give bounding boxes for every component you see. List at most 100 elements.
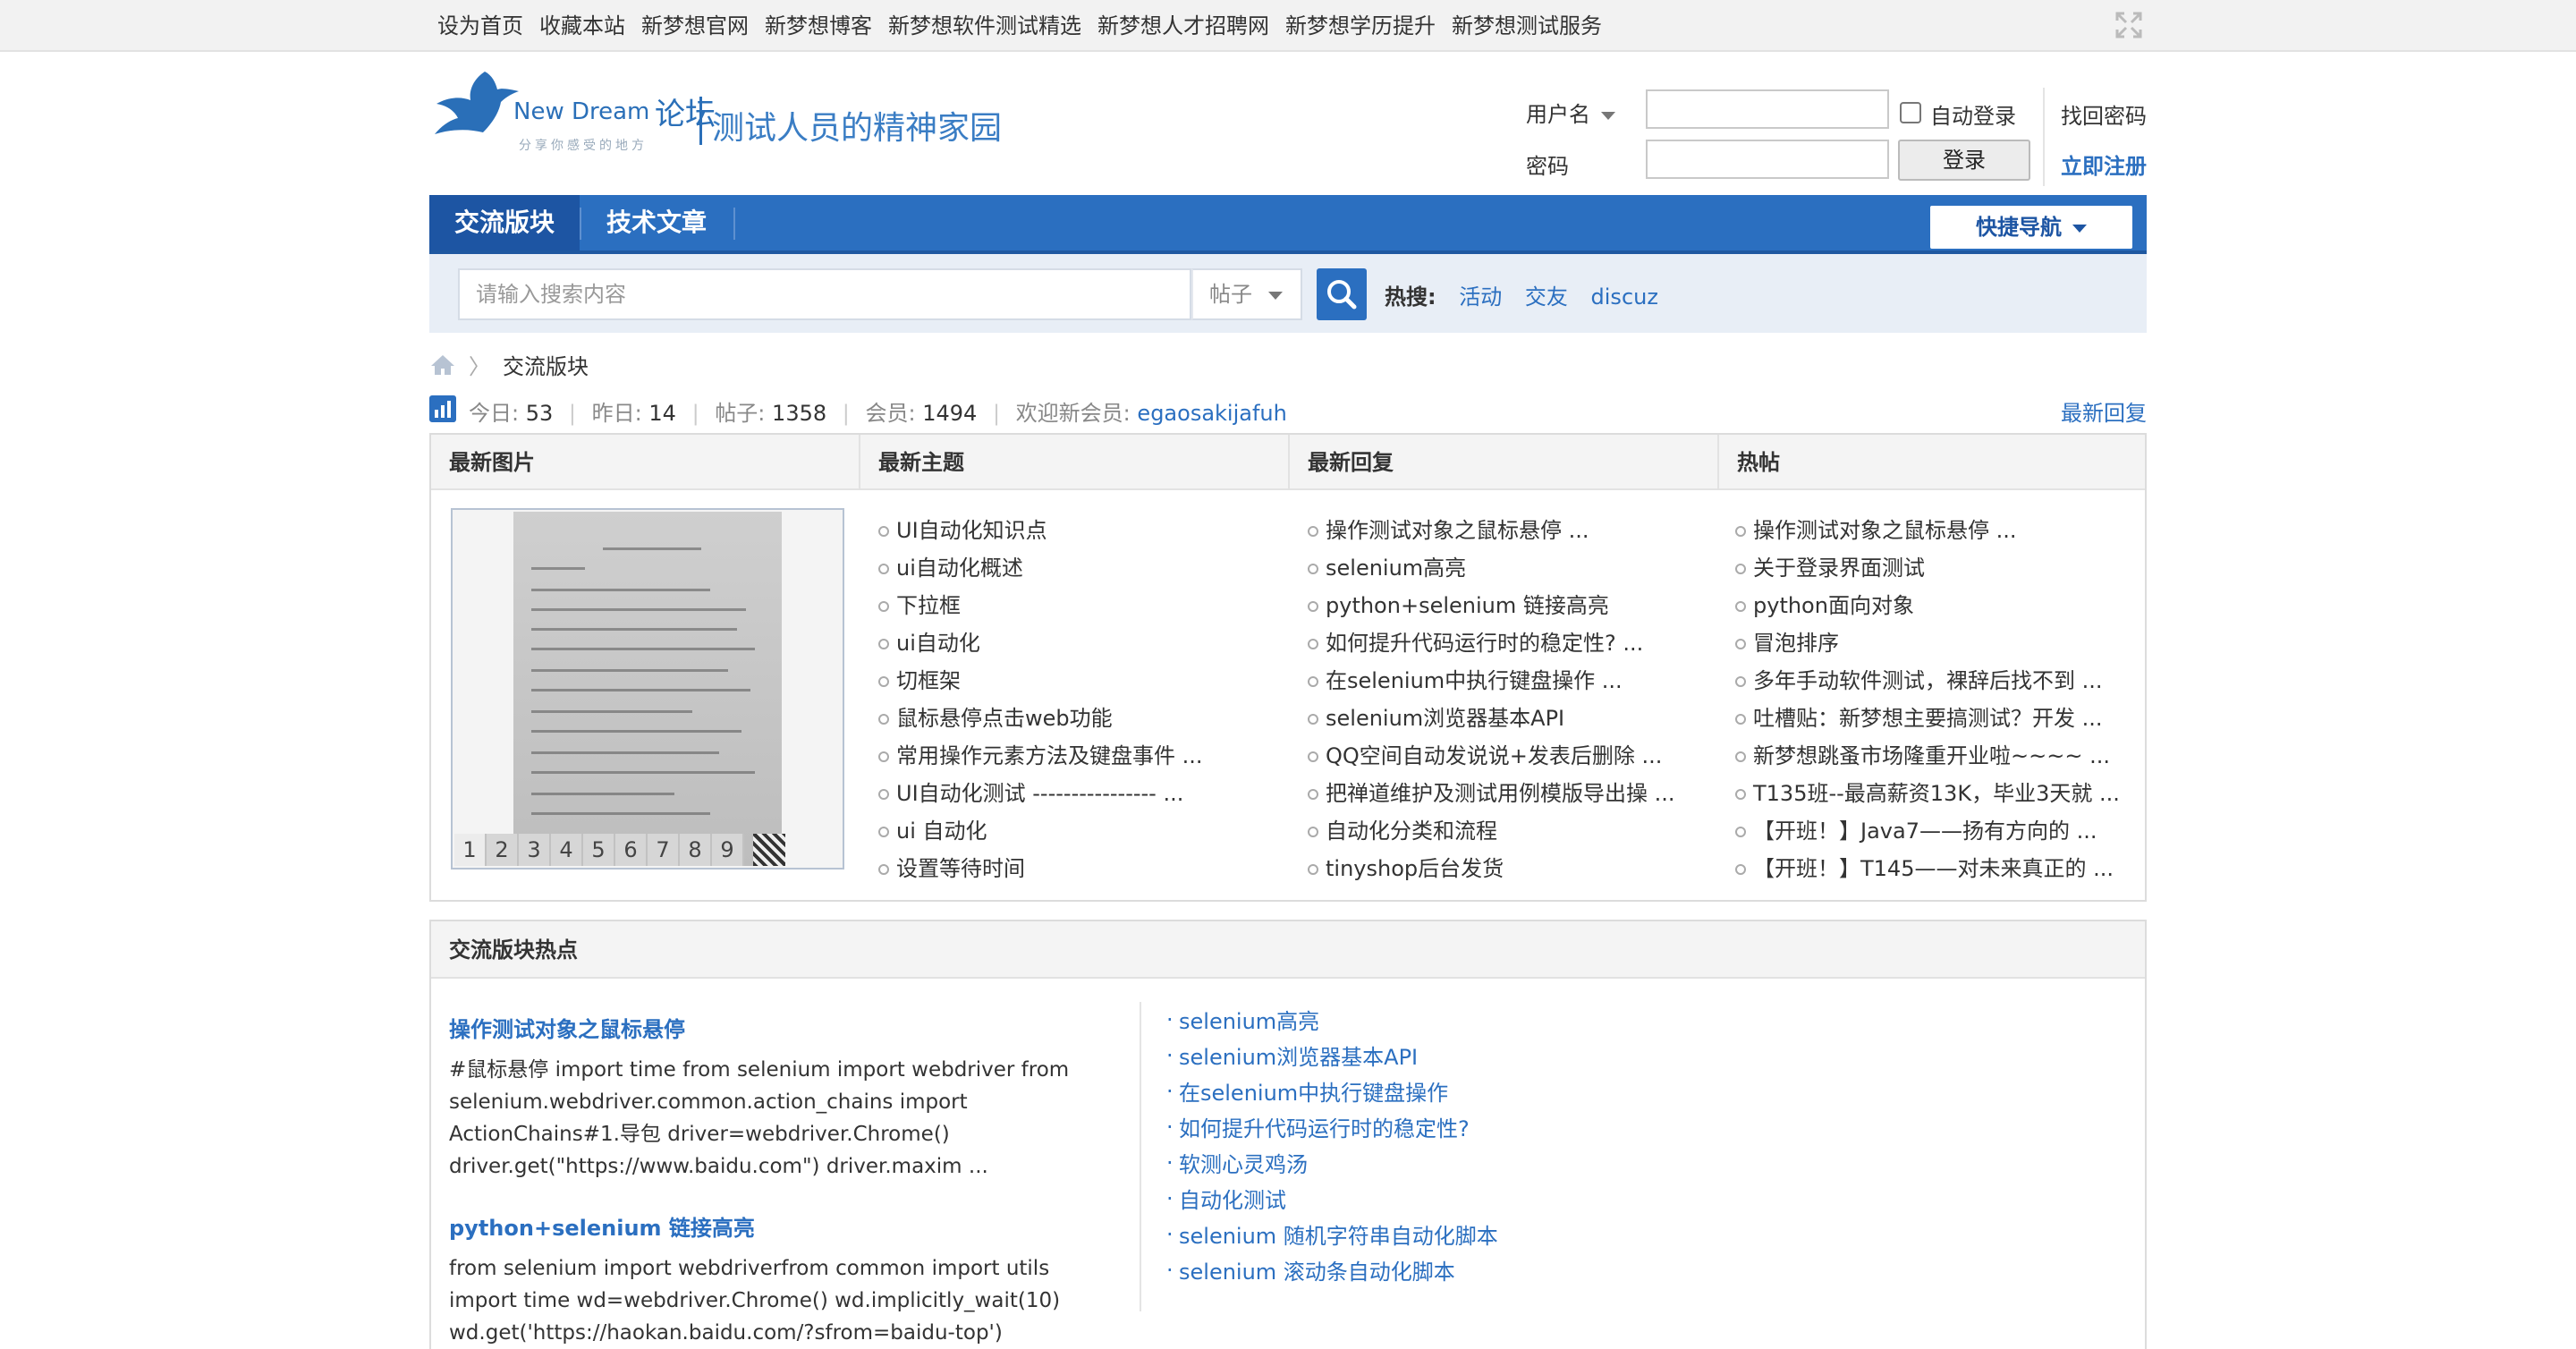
- slide-image[interactable]: [513, 512, 782, 866]
- forgot-password-link[interactable]: 找回密码: [2061, 98, 2147, 130]
- hot-link[interactable]: 软测心灵鸡汤: [1166, 1145, 1498, 1183]
- tab-forum[interactable]: 交流版块: [429, 195, 580, 250]
- article-title-link[interactable]: python+selenium 链接高亮: [449, 1213, 1111, 1243]
- topic-link[interactable]: 常用操作元素方法及键盘事件 ...: [878, 737, 1203, 775]
- hot-link[interactable]: 如何提升代码运行时的稳定性?: [1166, 1109, 1498, 1147]
- slide-page-button[interactable]: 3: [519, 834, 551, 866]
- slide-page-button[interactable]: 2: [487, 834, 519, 866]
- reply-link[interactable]: 操作测试对象之鼠标悬停 ...: [1308, 512, 1675, 549]
- image-slideshow[interactable]: 1 2 3 4 5 6 7 8 9: [451, 508, 844, 870]
- topic-link[interactable]: 下拉框: [878, 587, 1203, 624]
- hot-term-link[interactable]: 交友: [1525, 284, 1568, 310]
- hot-post-link[interactable]: 关于登录界面测试: [1735, 549, 2120, 587]
- reply-link[interactable]: selenium高亮: [1308, 549, 1675, 587]
- top-link-official-site[interactable]: 新梦想官网: [641, 13, 749, 39]
- breadcrumb-current[interactable]: 交流版块: [503, 349, 589, 380]
- hot-term-link[interactable]: discuz: [1591, 284, 1658, 310]
- username-type-select[interactable]: 用户名: [1526, 97, 1615, 128]
- username-input[interactable]: [1646, 89, 1889, 129]
- slide-page-button[interactable]: 6: [615, 834, 648, 866]
- hot-search: 热搜: 活动 交友 discuz: [1385, 279, 1658, 310]
- hot-post-link[interactable]: 【开班！】T145——对未来真正的 ...: [1735, 850, 2120, 887]
- hot-post-link[interactable]: 操作测试对象之鼠标悬停 ...: [1735, 512, 2120, 549]
- reply-link[interactable]: 在selenium中执行键盘操作 ...: [1308, 662, 1675, 700]
- hot-link[interactable]: selenium 滚动条自动化脚本: [1166, 1252, 1498, 1290]
- topic-link[interactable]: ui 自动化: [878, 812, 1203, 850]
- auto-login-label: 自动登录: [1930, 104, 2016, 129]
- brand-en: New Dream: [513, 98, 650, 125]
- slide-page-button[interactable]: 4: [551, 834, 583, 866]
- topic-link[interactable]: 鼠标悬停点击web功能: [878, 700, 1203, 737]
- search-input[interactable]: 请输入搜索内容: [458, 268, 1191, 320]
- hot-post-link[interactable]: 新梦想跳蚤市场隆重开业啦~~~~ ...: [1735, 737, 2120, 775]
- new-member-link[interactable]: egaosakijafuh: [1137, 401, 1286, 426]
- hot-post-link[interactable]: T135班--最高薪资13K，毕业3天就 ...: [1735, 775, 2120, 812]
- topic-link[interactable]: ui自动化: [878, 624, 1203, 662]
- hot-links-list: selenium高亮 selenium浏览器基本API 在selenium中执行…: [1166, 1002, 1498, 1290]
- latest-topics-header: 最新主题: [860, 435, 1290, 490]
- stat-posts-label: 帖子:: [715, 401, 766, 426]
- breadcrumb: 〉 交流版块: [429, 349, 589, 380]
- hot-post-link[interactable]: 多年手动软件测试，裸辞后找不到 ...: [1735, 662, 2120, 700]
- top-link-blog[interactable]: 新梦想博客: [765, 13, 872, 39]
- featured-article: 操作测试对象之鼠标悬停 #鼠标悬停 import time from selen…: [449, 1014, 1111, 1183]
- search-button[interactable]: [1317, 268, 1367, 320]
- slide-page-button[interactable]: 1: [454, 834, 487, 866]
- site-slogan: 测试人员的精神家园: [712, 110, 1003, 147]
- reply-link[interactable]: 如何提升代码运行时的稳定性? ...: [1308, 624, 1675, 662]
- slide-page-button[interactable]: 8: [680, 834, 712, 866]
- reply-link[interactable]: tinyshop后台发货: [1308, 850, 1675, 887]
- hot-term-link[interactable]: 活动: [1459, 284, 1502, 310]
- hot-post-link[interactable]: 【开班！】Java7——扬有方向的 ...: [1735, 812, 2120, 850]
- hot-link[interactable]: selenium 随机字符串自动化脚本: [1166, 1217, 1498, 1254]
- hot-post-link[interactable]: 吐槽贴：新梦想主要搞测试？开发 ...: [1735, 700, 2120, 737]
- stat-separator: |: [691, 401, 699, 426]
- reply-link[interactable]: 自动化分类和流程: [1308, 812, 1675, 850]
- login-button[interactable]: 登录: [1898, 140, 2030, 181]
- stat-members-label: 会员:: [865, 401, 916, 426]
- password-label: 密码: [1526, 154, 1569, 179]
- hot-link[interactable]: 自动化测试: [1166, 1181, 1498, 1218]
- article-title-link[interactable]: 操作测试对象之鼠标悬停: [449, 1014, 1111, 1045]
- home-icon[interactable]: [429, 353, 456, 377]
- quick-nav-button[interactable]: 快捷导航: [1930, 206, 2132, 249]
- topic-link[interactable]: 设置等待时间: [878, 850, 1203, 887]
- hot-link[interactable]: selenium浏览器基本API: [1166, 1038, 1498, 1075]
- latest-replies-header: 最新回复: [1290, 435, 1719, 490]
- topic-link[interactable]: ui自动化概述: [878, 549, 1203, 587]
- topic-link[interactable]: UI自动化知识点: [878, 512, 1203, 549]
- hot-posts-list: 操作测试对象之鼠标悬停 ... 关于登录界面测试 python面向对象 冒泡排序…: [1735, 512, 2120, 887]
- topic-link[interactable]: 切框架: [878, 662, 1203, 700]
- slide-page-button[interactable]: 5: [583, 834, 615, 866]
- top-link-set-home[interactable]: 设为首页: [437, 13, 523, 39]
- register-link[interactable]: 立即注册: [2061, 148, 2147, 180]
- reply-link[interactable]: 把禅道维护及测试用例模版导出操 ...: [1308, 775, 1675, 812]
- search-type-select[interactable]: 帖子: [1191, 268, 1302, 320]
- top-link-jobs[interactable]: 新梦想人才招聘网: [1097, 13, 1269, 39]
- article-excerpt: from selenium import webdriverfrom commo…: [449, 1257, 1061, 1345]
- tab-tech-articles[interactable]: 技术文章: [581, 195, 732, 250]
- article-excerpt: #鼠标悬停 import time from selenium import w…: [449, 1058, 1070, 1178]
- hot-link[interactable]: selenium高亮: [1166, 1002, 1498, 1039]
- topic-link[interactable]: UI自动化测试 ---------------- ...: [878, 775, 1203, 812]
- stat-yesterday-value: 14: [648, 401, 676, 426]
- fullscreen-icon[interactable]: [2114, 11, 2143, 39]
- main-nav: 交流版块 技术文章 快捷导航: [429, 195, 2147, 254]
- top-link-education[interactable]: 新梦想学历提升: [1285, 13, 1436, 39]
- password-input[interactable]: [1646, 140, 1889, 179]
- auto-login-checkbox[interactable]: [1900, 102, 1921, 123]
- slide-page-button[interactable]: 7: [648, 834, 680, 866]
- hot-link[interactable]: 在selenium中执行键盘操作: [1166, 1073, 1498, 1111]
- top-link-bookmark[interactable]: 收藏本站: [539, 13, 625, 39]
- reply-link[interactable]: python+selenium 链接高亮: [1308, 587, 1675, 624]
- top-link-testing-service[interactable]: 新梦想测试服务: [1452, 13, 1602, 39]
- site-logo[interactable]: New Dream 论坛 分享你感受的地方 测试人员的精神家园: [429, 70, 1011, 159]
- hot-post-link[interactable]: python面向对象: [1735, 587, 2120, 624]
- hot-post-link[interactable]: 冒泡排序: [1735, 624, 2120, 662]
- top-bar: 设为首页 收藏本站 新梦想官网 新梦想博客 新梦想软件测试精选 新梦想人才招聘网…: [0, 0, 2576, 52]
- reply-link[interactable]: QQ空间自动发说说+发表后删除 ...: [1308, 737, 1675, 775]
- latest-reply-link[interactable]: 最新回复: [2061, 395, 2147, 427]
- slide-page-button[interactable]: 9: [712, 834, 744, 866]
- top-link-testing-selection[interactable]: 新梦想软件测试精选: [888, 13, 1081, 39]
- reply-link[interactable]: selenium浏览器基本API: [1308, 700, 1675, 737]
